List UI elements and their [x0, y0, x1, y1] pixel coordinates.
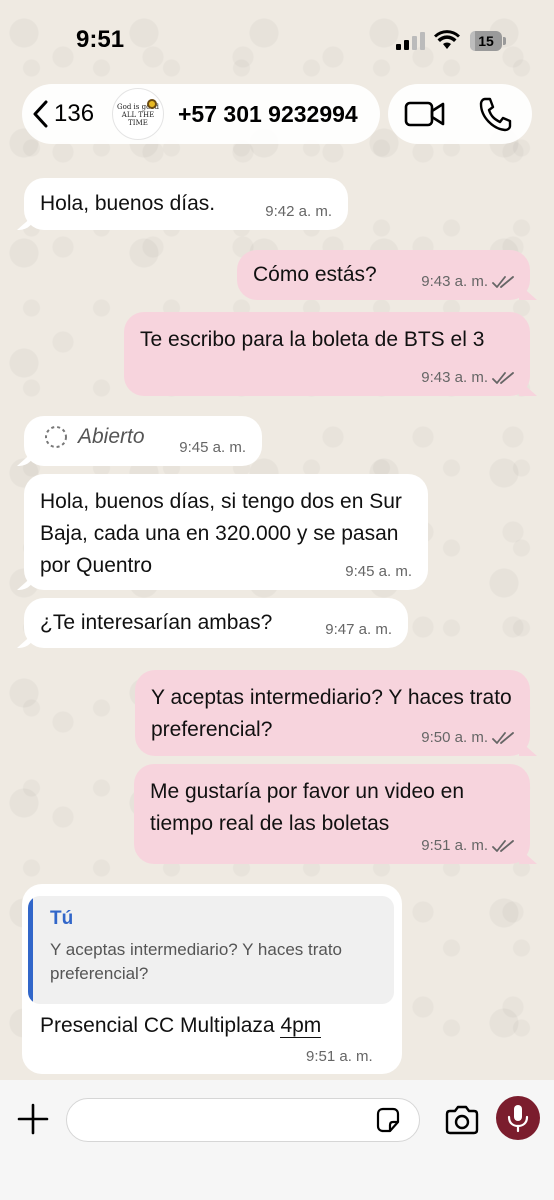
avatar[interactable]: God is good ALL THE TIME	[112, 88, 164, 140]
composer-bar	[0, 1080, 554, 1200]
message-bubble-outgoing[interactable]: Y aceptas intermediario? Y haces trato p…	[135, 670, 537, 756]
video-camera-icon[interactable]	[404, 98, 446, 130]
wifi-icon	[434, 30, 460, 49]
quote-accent-bar	[28, 896, 33, 1004]
sunflower-icon	[147, 99, 157, 109]
call-actions	[388, 84, 532, 144]
time-link[interactable]: 4pm	[280, 1014, 322, 1038]
view-once-opened-icon	[45, 426, 67, 448]
message-time: 9:47 a. m.	[325, 621, 392, 638]
message-time: 9:51 a. m.	[421, 837, 514, 854]
unread-count: 136	[54, 100, 95, 127]
message-time: 9:45 a. m.	[345, 563, 412, 580]
sticker-icon[interactable]	[374, 1106, 402, 1134]
camera-icon[interactable]	[444, 1104, 480, 1136]
status-time: 9:51	[76, 26, 125, 53]
microphone-button[interactable]	[496, 1096, 540, 1140]
double-check-icon	[492, 839, 514, 852]
message-text: Te escribo para la boleta de BTS el 3	[140, 328, 485, 351]
status-bar: 9:51 15	[0, 0, 554, 80]
message-time: 9:51 a. m.	[306, 1048, 373, 1065]
message-bubble-incoming[interactable]: ¿Te interesarían ambas? 9:47 a. m.	[17, 598, 408, 648]
double-check-icon	[492, 371, 514, 384]
battery-icon: 15	[470, 31, 506, 51]
message-bubble-incoming[interactable]: Hola, buenos días. 9:42 a. m.	[17, 178, 348, 230]
message-bubble-outgoing[interactable]: Te escribo para la boleta de BTS el 3 9:…	[124, 312, 537, 396]
back-button[interactable]: 136	[30, 94, 94, 134]
plus-icon[interactable]	[16, 1102, 50, 1136]
message-time: 9:42 a. m.	[265, 203, 332, 220]
contact-name[interactable]: +57 301 9232994	[178, 101, 358, 128]
message-time: 9:50 a. m.	[421, 729, 514, 746]
battery-level: 15	[478, 33, 494, 49]
message-input[interactable]	[66, 1098, 420, 1142]
message-bubble-outgoing[interactable]: Me gustaría por favor un video en tiempo…	[134, 764, 537, 864]
quoted-message[interactable]: Tú Y aceptas intermediario? Y haces trat…	[28, 896, 394, 1004]
double-check-icon	[492, 275, 514, 288]
double-check-icon	[492, 731, 514, 744]
quoted-text: Y aceptas intermediario? Y haces trato p…	[50, 940, 343, 983]
phone-icon[interactable]	[478, 96, 512, 132]
view-once-label: Abierto	[78, 425, 145, 448]
microphone-icon	[507, 1105, 529, 1133]
message-time: 9:43 a. m.	[421, 369, 514, 386]
message-time: 9:45 a. m.	[179, 439, 246, 456]
chat-header: 136 God is good ALL THE TIME +57 301 923…	[22, 84, 380, 144]
message-time: 9:43 a. m.	[421, 273, 514, 290]
view-once-message[interactable]: Abierto 9:45 a. m.	[17, 416, 262, 466]
message-bubble-incoming[interactable]: Hola, buenos días, si tengo dos en Sur B…	[17, 474, 428, 590]
message-text: Presencial CC Multiplaza 4pm	[40, 1014, 322, 1038]
quoted-author: Tú	[50, 908, 74, 929]
message-text: Me gustaría por favor un video en tiempo…	[150, 780, 465, 835]
message-bubble-outgoing[interactable]: Cómo estás? 9:43 a. m.	[237, 250, 537, 300]
cellular-signal-icon	[396, 32, 426, 50]
chevron-left-icon	[33, 100, 48, 128]
